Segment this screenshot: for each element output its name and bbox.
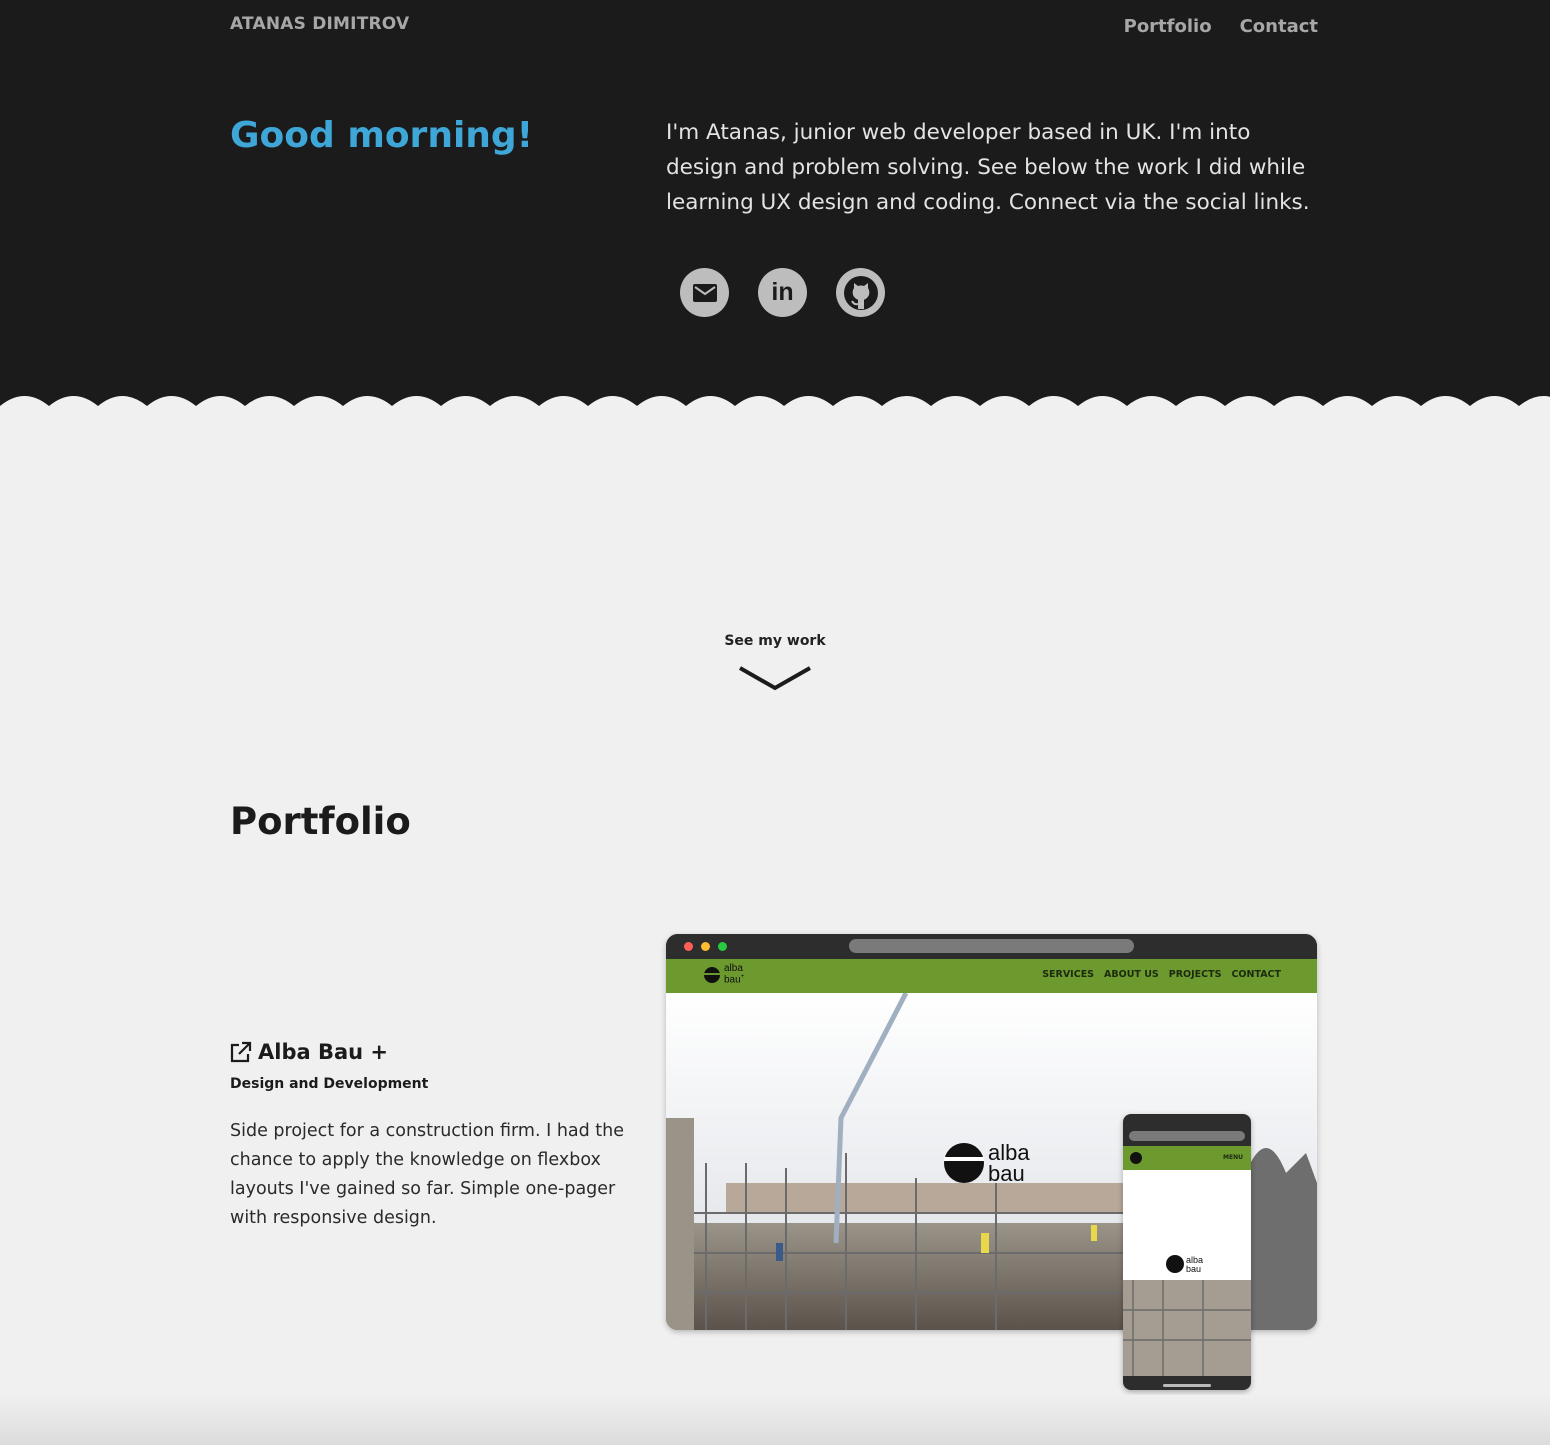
project-role: Design and Development bbox=[230, 1076, 429, 1092]
external-link-icon[interactable] bbox=[230, 1041, 252, 1063]
minimize-dot-icon bbox=[701, 942, 710, 951]
wave-divider bbox=[0, 396, 1550, 412]
mockup-nav-projects: PROJECTS bbox=[1168, 969, 1222, 980]
maximize-dot-icon bbox=[718, 942, 727, 951]
bottom-fade bbox=[0, 1395, 1550, 1445]
close-dot-icon bbox=[684, 942, 693, 951]
linkedin-link[interactable]: in bbox=[758, 268, 807, 317]
nav-link-portfolio[interactable]: Portfolio bbox=[1124, 16, 1212, 37]
mockup-nav-about: ABOUT US bbox=[1104, 969, 1159, 980]
project-description: Side project for a construction firm. I … bbox=[230, 1121, 625, 1228]
mockup-site-logo: alba bau+ bbox=[702, 963, 745, 986]
portfolio-heading: Portfolio bbox=[230, 800, 411, 843]
project-title[interactable]: Alba Bau + bbox=[258, 1040, 388, 1064]
phone-logo-line2: bau bbox=[1186, 1264, 1201, 1274]
project-header: Alba Bau + bbox=[230, 1040, 388, 1064]
see-my-work-label[interactable]: See my work bbox=[0, 633, 1550, 649]
github-icon bbox=[843, 275, 878, 310]
mockup-nav-links: SERVICES ABOUT US PROJECTS CONTACT bbox=[1042, 969, 1281, 980]
mockup-logo-line1: alba bbox=[724, 963, 743, 974]
browser-url-bar bbox=[849, 939, 1134, 953]
helmet-icon bbox=[704, 967, 720, 984]
browser-bar bbox=[666, 934, 1317, 959]
phone-url-bar bbox=[1129, 1131, 1245, 1141]
mockup-logo-sup: + bbox=[740, 974, 745, 980]
mockup-hero-logo-line2: bau bbox=[988, 1161, 1025, 1186]
phone-menu-label: MENU bbox=[1223, 1154, 1243, 1161]
chevron-down-icon[interactable] bbox=[738, 665, 812, 693]
phone-helmet-icon bbox=[1130, 1152, 1142, 1164]
phone-home-indicator bbox=[1163, 1384, 1211, 1387]
email-link[interactable] bbox=[680, 268, 729, 317]
hero-section: ATANAS DIMITROV Portfolio Contact Good m… bbox=[0, 0, 1550, 410]
intro-text: I'm Atanas, junior web developer based i… bbox=[666, 120, 1310, 215]
email-icon bbox=[692, 283, 717, 302]
phone-site-nav: MENU bbox=[1123, 1146, 1251, 1170]
phone-screen-photo: alba bau bbox=[1123, 1170, 1251, 1376]
site-brand[interactable]: ATANAS DIMITROV bbox=[230, 14, 409, 34]
linkedin-icon: in bbox=[771, 278, 794, 306]
mockup-nav-contact: CONTACT bbox=[1231, 969, 1281, 980]
social-links: in bbox=[680, 268, 885, 317]
greeting-heading: Good morning! bbox=[230, 115, 534, 156]
nav-link-contact[interactable]: Contact bbox=[1240, 16, 1318, 37]
main-nav: Portfolio Contact bbox=[1124, 16, 1318, 37]
phone-mockup[interactable]: MENU alba bau bbox=[1123, 1114, 1251, 1390]
mockup-logo-line2: bau bbox=[724, 974, 741, 986]
mockup-nav-services: SERVICES bbox=[1042, 969, 1095, 980]
github-link[interactable] bbox=[836, 268, 885, 317]
mockup-site-nav: alba bau+ SERVICES ABOUT US PROJECTS CON… bbox=[666, 959, 1317, 993]
